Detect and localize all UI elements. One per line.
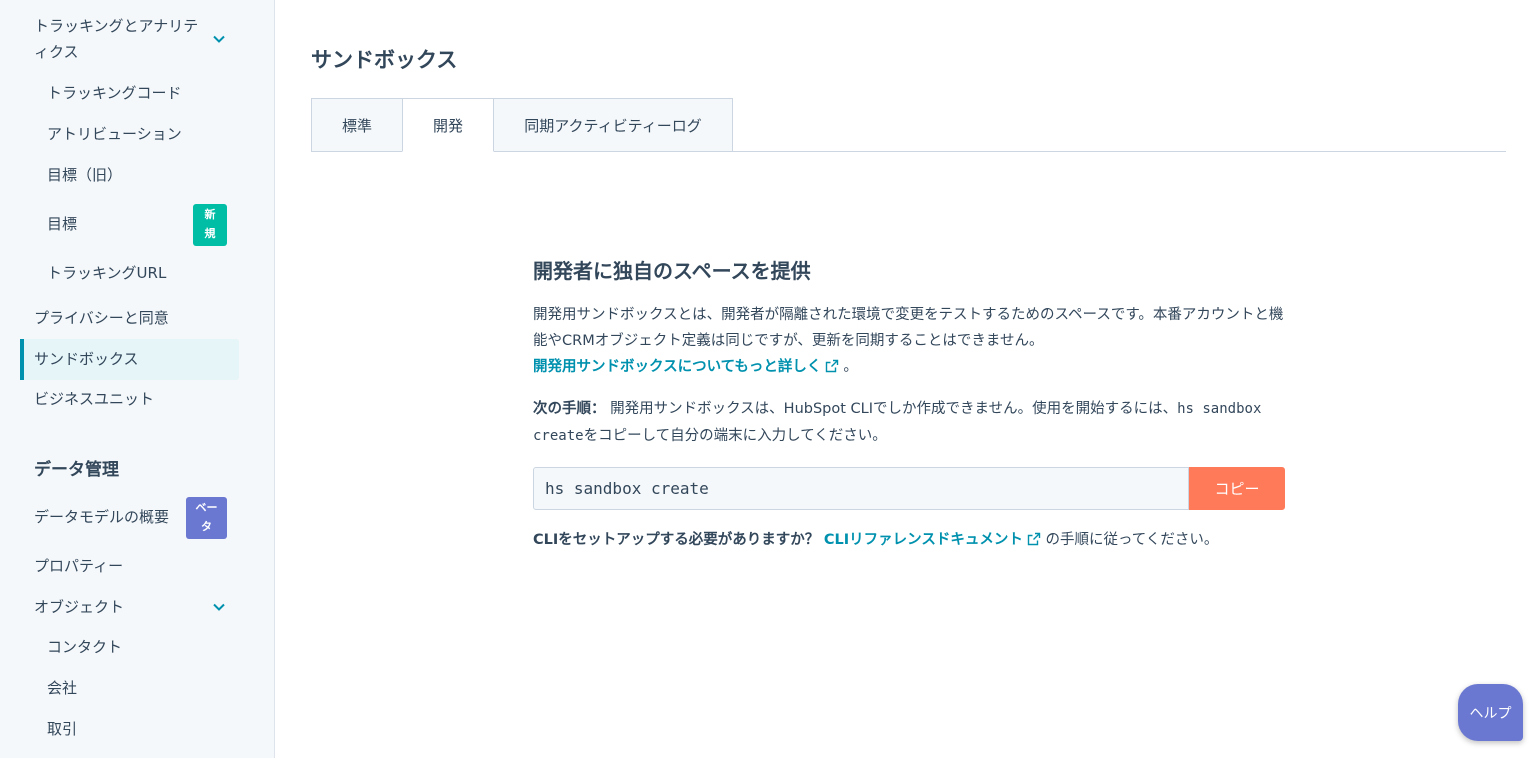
tab-label: 同期アクティビティーログ (524, 116, 702, 135)
sidebar-item-tracking-analytics[interactable]: トラッキングとアナリティクス (20, 13, 240, 65)
help-button-label: ヘルプ (1469, 705, 1512, 722)
help-button[interactable]: ヘルプ (1458, 684, 1523, 741)
settings-sidebar: トラッキングとアナリティクス トラッキングコード アトリビューション 目標（旧）… (0, 0, 275, 758)
sidebar-item-label: オブジェクト (34, 598, 125, 616)
cli-question: CLIをセットアップする必要がありますか？ (533, 532, 820, 548)
cli-setup-note: CLIをセットアップする必要がありますか？ CLIリファレンスドキュメント の手… (533, 527, 1285, 553)
sidebar-item-label: サンドボックス (34, 350, 139, 368)
sidebar-item-label: 会社 (47, 679, 78, 697)
cli-reference-link[interactable]: CLIリファレンスドキュメント (824, 532, 1041, 548)
sidebar-item-label: アトリビューション (47, 125, 182, 143)
sidebar-item-attribution[interactable]: アトリビューション (47, 121, 227, 147)
sidebar-item-label: トラッキングURL (47, 264, 167, 282)
learn-more-link-label: 開発用サンドボックスについてもっと詳しく (533, 359, 822, 375)
badge-label: ベータ (195, 501, 218, 533)
sidebar-item-business-units[interactable]: ビジネスユニット (20, 386, 240, 412)
sidebar-item-privacy-consent[interactable]: プライバシーと同意 (20, 305, 240, 331)
description-text: 開発用サンドボックスとは、開発者が隔離された環境で変更をテストするためのスペース… (533, 307, 1284, 349)
sidebar-section-heading: データ管理 (34, 460, 119, 480)
cli-suffix: の手順に従ってください。 (1045, 532, 1219, 548)
next-steps-label: 次の手順： (533, 401, 606, 417)
tab-label: 標準 (341, 116, 372, 135)
badge-label: 新規 (204, 208, 216, 240)
next-steps: 次の手順： 開発用サンドボックスは、HubSpot CLIでしか作成できません。… (533, 396, 1285, 450)
sidebar-item-label: トラッキングコード (47, 84, 182, 102)
sidebar-item-deals[interactable]: 取引 (47, 716, 227, 742)
external-link-icon (1027, 532, 1041, 546)
sandbox-dev-panel: 開発者に独自のスペースを提供 開発用サンドボックスとは、開発者が隔離された環境で… (533, 258, 1285, 553)
tab-label: 開発 (432, 116, 463, 135)
sidebar-item-label: 取引 (47, 720, 78, 738)
chevron-down-icon (211, 31, 227, 47)
command-copy-row: hs sandbox create コピー (533, 467, 1285, 510)
sidebar-item-contacts[interactable]: コンタクト (47, 634, 227, 660)
sidebar-item-companies[interactable]: 会社 (47, 675, 227, 701)
sidebar-item-sandbox[interactable]: サンドボックス (20, 346, 240, 372)
sidebar-item-label: プロパティー (34, 557, 124, 575)
learn-more-link[interactable]: 開発用サンドボックスについてもっと詳しく (533, 359, 839, 375)
panel-description: 開発用サンドボックスとは、開発者が隔離された環境で変更をテストするためのスペース… (533, 302, 1285, 380)
copy-button[interactable]: コピー (1189, 467, 1285, 510)
learn-more-suffix: 。 (843, 359, 858, 375)
cli-reference-link-label: CLIリファレンスドキュメント (823, 532, 1023, 548)
tab-sync-activity-log[interactable]: 同期アクティビティーログ (493, 98, 733, 152)
sidebar-item-label: 目標（旧） (47, 166, 123, 184)
sidebar-item-properties[interactable]: プロパティー (20, 553, 240, 579)
next-steps-text: 開発用サンドボックスは、HubSpot CLIでしか作成できません。使用を開始す… (610, 401, 1178, 417)
chevron-down-icon (211, 599, 227, 615)
sidebar-item-label: トラッキングとアナリティクス (34, 17, 199, 61)
sidebar-item-tracking-code[interactable]: トラッキングコード (47, 80, 227, 106)
page-title: サンドボックス (311, 48, 458, 72)
sidebar-item-objects[interactable]: オブジェクト (20, 594, 240, 620)
copy-button-label: コピー (1214, 480, 1260, 498)
panel-title: 開発者に独自のスペースを提供 (533, 259, 811, 283)
sidebar-item-label: ビジネスユニット (34, 390, 155, 408)
external-link-icon (826, 359, 839, 373)
new-badge: 新規 (193, 204, 227, 246)
tab-development[interactable]: 開発 (402, 98, 494, 152)
next-steps-text-2: をコピーして自分の端末に入力してください。 (583, 428, 887, 444)
sidebar-item-goals-legacy[interactable]: 目標（旧） (47, 162, 227, 188)
sidebar-item-label: コンタクト (47, 638, 123, 656)
tab-standard[interactable]: 標準 (311, 98, 403, 152)
beta-badge: ベータ (186, 497, 227, 539)
sidebar-item-tracking-url[interactable]: トラッキングURL (47, 260, 227, 286)
sidebar-item-label: プライバシーと同意 (34, 309, 169, 327)
command-field[interactable]: hs sandbox create (533, 467, 1189, 510)
